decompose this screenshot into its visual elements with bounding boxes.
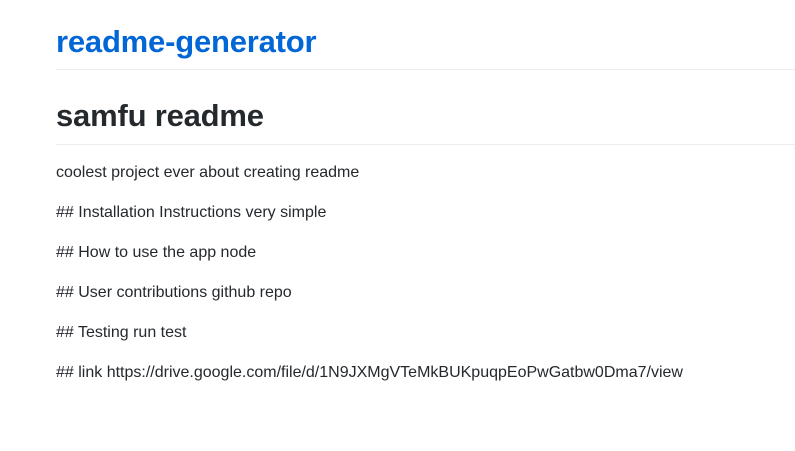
readme-content: coolest project ever about creating read… (56, 162, 795, 402)
readme-usage-line: ## How to use the app node (56, 244, 257, 261)
readme-testing-line: ## Testing run test (56, 324, 187, 341)
readme-installation-line: ## Installation Instructions very simple (56, 204, 327, 221)
readme-contributions-line: ## User contributions github repo (56, 284, 292, 301)
repo-title-link[interactable]: readme-generator (56, 22, 317, 62)
readme-heading-section: samfu readme (56, 70, 795, 145)
readme-link-line: ## link https://drive.google.com/file/d/… (56, 364, 683, 381)
readme-description: coolest project ever about creating read… (56, 164, 360, 181)
repo-header: readme-generator (56, 0, 795, 70)
readme-page: readme-generator samfu readme coolest pr… (56, 0, 795, 381)
readme-title: samfu readme (56, 98, 264, 133)
